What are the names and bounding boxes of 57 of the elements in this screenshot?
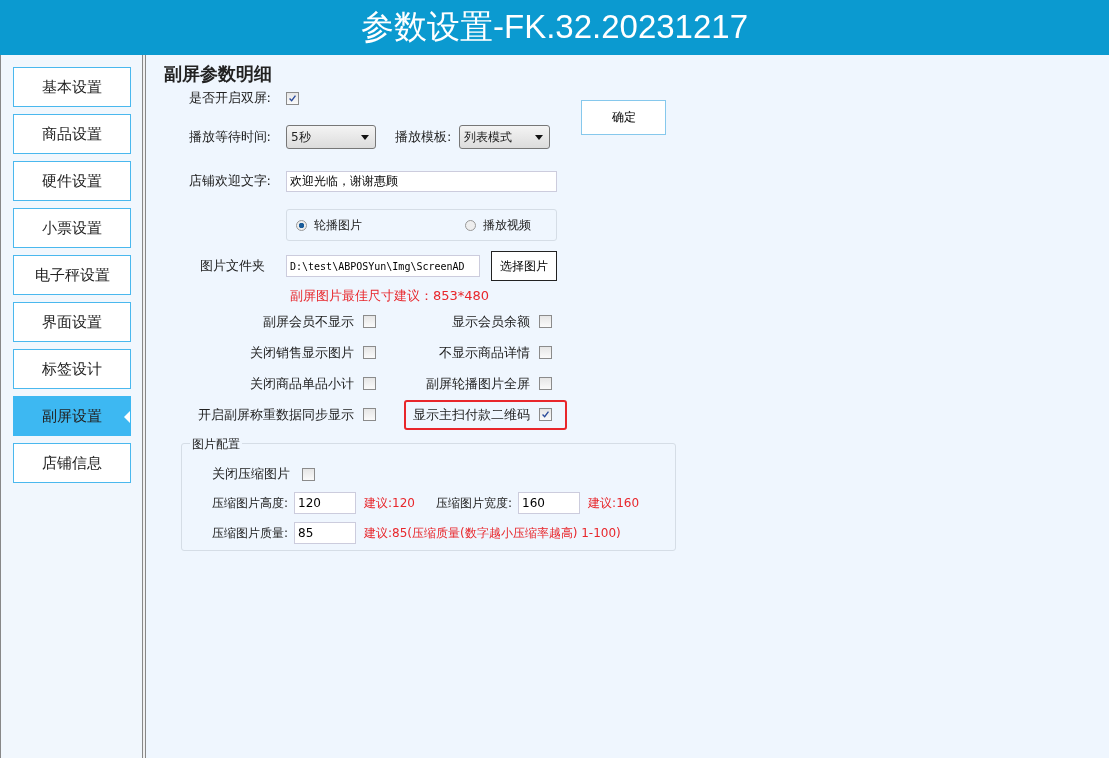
checkbox[interactable] — [363, 408, 376, 421]
sidebar-item[interactable]: 标签设计 — [13, 349, 131, 389]
option-label: 副屏会员不显示 — [262, 312, 354, 331]
field-label: 播放等待时间: — [187, 128, 271, 146]
field-label: 压缩图片高度: — [212, 494, 289, 512]
checkbox[interactable] — [286, 91, 299, 105]
checkbox[interactable] — [539, 346, 552, 359]
field-label: 压缩图片宽度: — [436, 494, 513, 512]
checkbox[interactable] — [302, 467, 315, 481]
dropdown[interactable]: 5秒 — [286, 125, 376, 149]
option-label: 显示会员余额 — [451, 312, 530, 331]
sidebar-item[interactable]: 电子秤设置 — [13, 255, 131, 295]
field-label: 店铺欢迎文字: — [187, 172, 271, 190]
input-field[interactable]: 160 — [518, 492, 581, 514]
confirm-button[interactable]: 确定 — [581, 100, 666, 135]
option-label: 关闭销售显示图片 — [249, 343, 354, 362]
check-icon — [540, 409, 551, 420]
option-label: 关闭商品单品小计 — [249, 374, 354, 393]
hint-text: 建议:120 — [364, 494, 416, 512]
sidebar-item[interactable]: 硬件设置 — [13, 161, 131, 201]
option-label: 开启副屏称重数据同步显示 — [197, 405, 354, 424]
field-label: 压缩图片质量: — [212, 524, 289, 542]
input-field[interactable]: 85 — [294, 522, 357, 544]
option-label: 显示主扫付款二维码 — [412, 405, 530, 424]
field-label: 是否开启双屏: — [187, 89, 271, 107]
sidebar-item[interactable]: 界面设置 — [13, 302, 131, 342]
caret-icon — [361, 134, 369, 140]
radio-option[interactable]: 播放视频 — [465, 216, 531, 234]
checkbox[interactable] — [363, 346, 376, 359]
input-field[interactable]: D:\test\ABPOSYun\Img\ScreenAD — [286, 255, 480, 277]
choose-image-button[interactable]: 选择图片 — [491, 251, 557, 281]
caret-icon — [535, 134, 544, 140]
sidebar-item[interactable]: 副屏设置 — [13, 396, 131, 436]
checkbox[interactable] — [539, 315, 552, 328]
hint-text: 建议:85(压缩质量(数字越小压缩率越高) 1-100) — [364, 524, 621, 542]
window-title: 参数设置-FK.32.20231217 — [361, 7, 748, 47]
checkbox[interactable] — [363, 315, 376, 328]
checkbox[interactable] — [539, 377, 552, 390]
option-label: 副屏轮播图片全屏 — [425, 374, 530, 393]
input-field[interactable]: 120 — [294, 492, 357, 514]
dropdown[interactable]: 列表模式 — [459, 125, 551, 149]
radio-option[interactable]: 轮播图片 — [296, 216, 362, 234]
sidebar-item[interactable]: 小票设置 — [13, 208, 131, 248]
panel-title: 图片配置 — [190, 436, 242, 453]
field-label: 播放模板: — [395, 128, 452, 146]
hint-text: 建议:160 — [588, 494, 640, 512]
checkbox[interactable] — [363, 377, 376, 390]
input-field[interactable]: 欢迎光临，谢谢惠顾 — [286, 170, 557, 192]
section-title: 副屏参数明细 — [164, 63, 273, 85]
sidebar-item[interactable]: 基本设置 — [13, 67, 131, 107]
option-label: 不显示商品详情 — [438, 343, 530, 362]
size-hint: 副屏图片最佳尺寸建议：853*480 — [290, 287, 491, 305]
sidebar-item[interactable]: 店铺信息 — [13, 443, 131, 483]
checkbox[interactable] — [539, 408, 552, 421]
option-label: 关闭压缩图片 — [212, 465, 290, 483]
field-label: 图片文件夹 — [199, 257, 265, 275]
sidebar-item[interactable]: 商品设置 — [13, 114, 131, 154]
